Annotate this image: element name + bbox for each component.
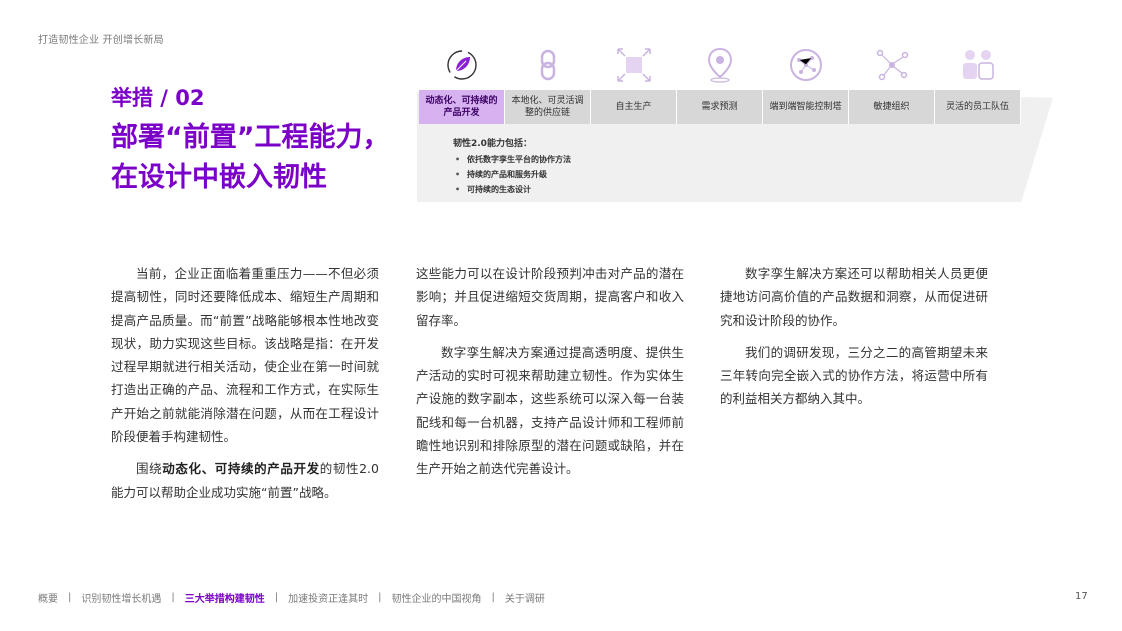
people-icon <box>935 42 1021 88</box>
tab-flexible-workforce[interactable]: 灵活的员工队伍 <box>935 90 1021 124</box>
paragraph: 围绕动态化、可持续的产品开发的韧性2.0能力可以帮助企业成功实施“前置”战略。 <box>111 457 379 504</box>
capability-tabs: 动态化、可持续的产品开发 本地化、可灵活调整的供应链 自主生产 需求预测 端到端… <box>419 90 1021 124</box>
globe-network-icon <box>763 42 849 88</box>
page-title-line-1: 部署“前置”工程能力， <box>111 122 390 153</box>
location-pin-icon <box>677 42 763 88</box>
tab-control-tower[interactable]: 端到端智能控制塔 <box>763 90 849 124</box>
body-column-2: 这些能力可以在设计阶段预判冲击对产品的潜在影响；并且促进缩短交货周期，提高客户和… <box>416 262 684 490</box>
footer-nav-investment[interactable]: 加速投资正逢其时 <box>288 590 368 605</box>
capabilities-title: 韧性2.0能力包括： <box>453 139 532 149</box>
footer-separator: | <box>378 592 382 603</box>
capability-icon-row <box>419 42 1021 88</box>
resilience-capabilities-graphic: 动态化、可持续的产品开发 本地化、可灵活调整的供应链 自主生产 需求预测 端到端… <box>415 38 1055 208</box>
bold-text-run: 动态化、可持续的产品开发 <box>162 461 320 477</box>
tab-demand-forecasting[interactable]: 需求预测 <box>677 90 763 124</box>
footer-nav-summary[interactable]: 概要 <box>38 590 58 605</box>
footer-nav-about[interactable]: 关于调研 <box>505 590 545 605</box>
footer-nav-opportunities[interactable]: 识别韧性增长机遇 <box>81 590 161 605</box>
text-run: 围绕 <box>136 461 163 477</box>
footer-nav-initiatives[interactable]: 三大举措构建韧性 <box>185 590 265 605</box>
tab-product-development[interactable]: 动态化、可持续的产品开发 <box>419 90 505 124</box>
paragraph: 数字孪生解决方案通过提高透明度、提供生产活动的实时可视来帮助建立韧性。作为实体生… <box>416 344 684 477</box>
capability-item: 持续的产品和服务升级 <box>455 167 571 182</box>
running-header: 打造韧性企业 开创增长新局 <box>38 35 164 46</box>
tab-autonomous-production[interactable]: 自主生产 <box>591 90 677 124</box>
tab-supply-chain[interactable]: 本地化、可灵活调整的供应链 <box>505 90 591 124</box>
page-title-line-2: 在设计中嵌入韧性 <box>111 162 327 193</box>
capability-item: 依托数字孪生平台的协作方法 <box>455 152 571 167</box>
footer-nav-china[interactable]: 韧性企业的中国视角 <box>392 590 482 605</box>
paragraph: 数字孪生解决方案还可以帮助相关人员更便捷地访问高价值的产品数据和洞察，从而促进研… <box>720 266 988 328</box>
footer-separator: | <box>171 592 175 603</box>
footer-navigation: 概要 | 识别韧性增长机遇 | 三大举措构建韧性 | 加速投资正逢其时 | 韧性… <box>38 590 545 605</box>
body-column-1: 当前，企业正面临着重重压力——不但必须提高韧性，同时还要降低成本、缩短生产周期和… <box>111 262 379 513</box>
footer-separator: | <box>274 592 279 603</box>
page-number: 17 <box>1075 591 1088 602</box>
frame-expand-icon <box>591 42 677 88</box>
paragraph: 当前，企业正面临着重重压力——不但必须提高韧性，同时还要降低成本、缩短生产周期和… <box>111 266 379 445</box>
tab-agile-organization[interactable]: 敏捷组织 <box>849 90 935 124</box>
leaf-cycle-icon <box>419 42 505 88</box>
section-label: 举措 / 02 <box>111 86 205 110</box>
footer-separator: | <box>68 592 72 603</box>
capabilities-list: 依托数字孪生平台的协作方法 持续的产品和服务升级 可持续的生态设计 <box>455 152 571 197</box>
capability-item: 可持续的生态设计 <box>455 182 571 197</box>
network-nodes-icon <box>849 42 935 88</box>
footer-separator: | <box>491 592 495 603</box>
paragraph: 我们的调研发现，三分之二的高管期望未来三年转向完全嵌入式的协作方法，将运营中所有… <box>720 344 988 407</box>
chain-link-icon <box>505 42 591 88</box>
paragraph: 这些能力可以在设计阶段预判冲击对产品的潜在影响；并且促进缩短交货周期，提高客户和… <box>416 266 684 328</box>
page-title: 部署“前置”工程能力， 在设计中嵌入韧性 <box>111 118 411 198</box>
body-column-3: 数字孪生解决方案还可以帮助相关人员更便捷地访问高价值的产品数据和洞察，从而促进研… <box>720 262 988 420</box>
